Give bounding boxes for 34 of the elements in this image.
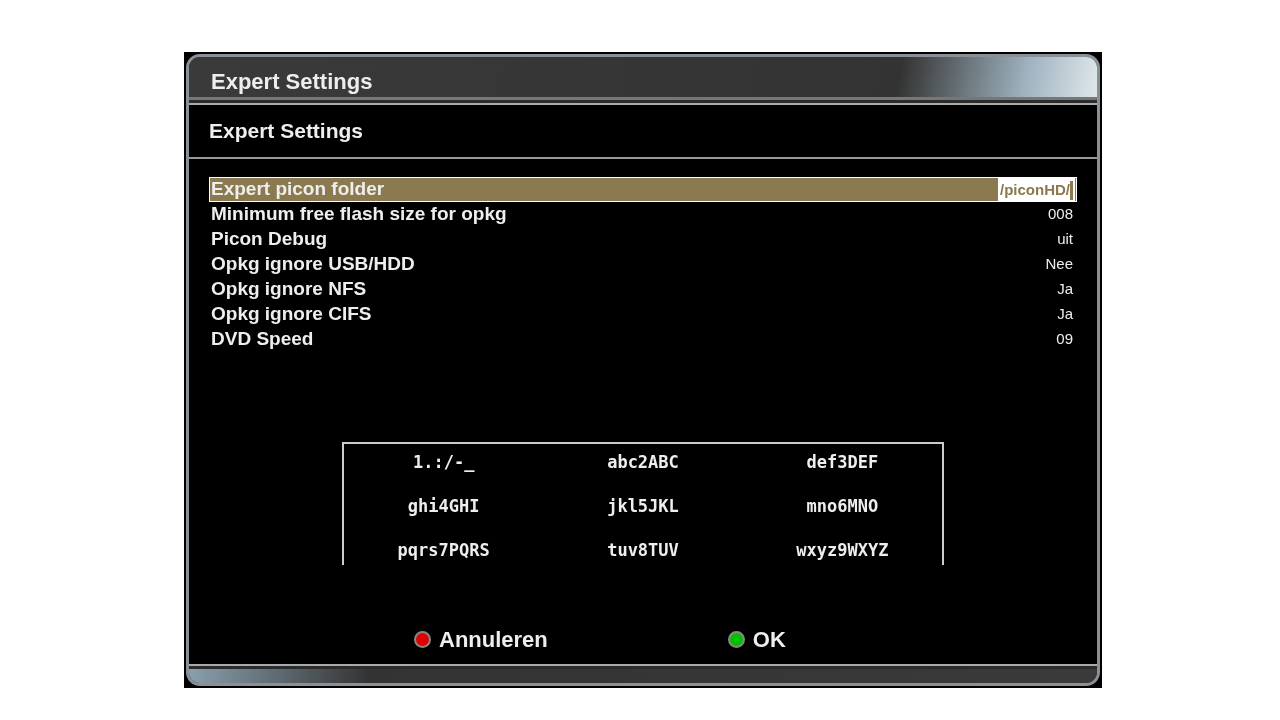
setting-row[interactable]: DVD Speed 09 xyxy=(209,326,1077,352)
setting-value: Nee xyxy=(1044,253,1074,274)
setting-row[interactable]: Minimum free flash size for opkg 008 xyxy=(209,201,1077,227)
key-label: jkl5JKL xyxy=(606,494,680,518)
key-label: tuv8TUV xyxy=(606,538,680,562)
key-label: pqrs7PQRS xyxy=(396,538,491,562)
screen-title: Expert Settings xyxy=(189,105,1097,159)
color-key-button[interactable]: OK xyxy=(727,623,786,656)
setting-label: Expert picon folder xyxy=(211,176,385,201)
key-label: mno6MNO xyxy=(805,494,880,518)
setting-row[interactable]: Opkg ignore NFS Ja xyxy=(209,276,1077,302)
key-label: 1.:/-_ xyxy=(411,450,476,474)
setting-label: DVD Speed xyxy=(211,326,314,351)
setting-label: Opkg ignore USB/HDD xyxy=(211,251,415,276)
setting-label: Opkg ignore CIFS xyxy=(211,301,372,326)
setting-value: uit xyxy=(1056,228,1074,249)
setting-row[interactable]: Opkg ignore CIFS Ja xyxy=(209,301,1077,327)
key-label: abc2ABC xyxy=(606,450,680,474)
setting-label: Opkg ignore NFS xyxy=(211,276,367,301)
setting-row[interactable]: Picon Debug uit xyxy=(209,226,1077,252)
value-field[interactable]: /piconHD/ xyxy=(998,177,1075,201)
setting-value: Ja xyxy=(1056,303,1074,324)
key-label: ghi4GHI xyxy=(406,494,481,518)
setting-label: Picon Debug xyxy=(211,226,328,251)
key-label: wxyz9WXYZ xyxy=(795,538,890,562)
setting-value: Ja xyxy=(1056,278,1074,299)
color-key-button[interactable]: Annuleren xyxy=(414,623,548,656)
window-title: Expert Settings xyxy=(189,57,1097,100)
setting-label: Minimum free flash size for opkg xyxy=(211,201,507,226)
key-label: def3DEF xyxy=(805,450,880,474)
setting-row[interactable]: Expert picon folder /piconHD/ xyxy=(209,176,1077,202)
setting-value: 008 xyxy=(1046,203,1074,224)
setting-row[interactable]: Opkg ignore USB/HDD Nee xyxy=(209,251,1077,277)
setting-value: 09 xyxy=(1055,328,1074,349)
